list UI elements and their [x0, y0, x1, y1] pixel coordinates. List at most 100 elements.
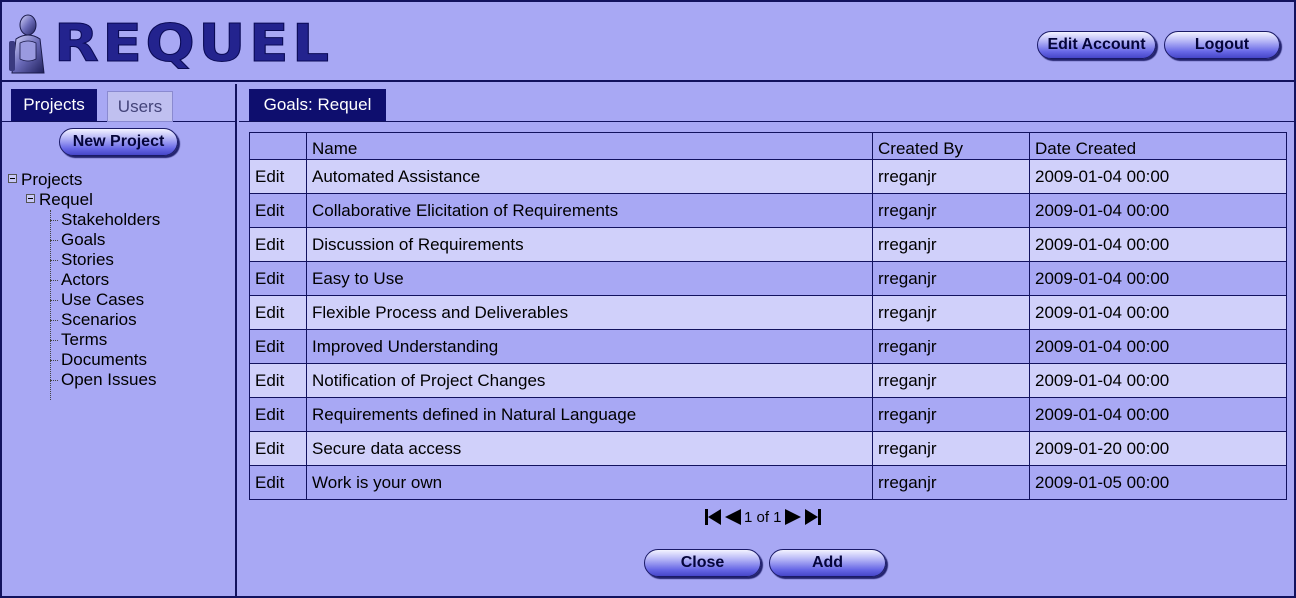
- edit-link[interactable]: Edit: [249, 397, 307, 432]
- cell-created-by: rreganjr: [872, 431, 1030, 466]
- table-row: Edit Collaborative Elicitation of Require…: [249, 193, 1287, 228]
- tree-item-terms[interactable]: Terms: [8, 330, 160, 350]
- edit-link[interactable]: Edit: [249, 363, 307, 398]
- edit-link[interactable]: Edit: [249, 329, 307, 364]
- tree-item-use-cases[interactable]: Use Cases: [8, 290, 160, 310]
- cell-date-created: 2009-01-04 00:00: [1029, 261, 1287, 296]
- table-row: Edit Discussion of Requirements rreganjr 20…: [249, 227, 1287, 262]
- cell-date-created: 2009-01-04 00:00: [1029, 193, 1287, 228]
- collapse-toggle-icon[interactable]: [26, 194, 35, 204]
- edit-link[interactable]: Edit: [249, 431, 307, 466]
- pager: 1 of 1: [704, 508, 834, 526]
- cell-date-created: 2009-01-04 00:00: [1029, 363, 1287, 398]
- project-tree: Projects Requel Stakeholders Goals Stori…: [8, 170, 160, 400]
- cell-date-created: 2009-01-04 00:00: [1029, 295, 1287, 330]
- edit-link[interactable]: Edit: [249, 295, 307, 330]
- cell-date-created: 2009-01-05 00:00: [1029, 465, 1287, 500]
- cell-name: Improved Understanding: [306, 329, 873, 364]
- tree-item-label[interactable]: Open Issues: [61, 370, 156, 389]
- cell-created-by: rreganjr: [872, 227, 1030, 262]
- page-indicator: 1 of 1: [744, 508, 782, 526]
- add-button[interactable]: Add: [769, 549, 886, 577]
- sidebar-tabs: Projects Users: [2, 84, 237, 122]
- table-row: Edit Work is your own rreganjr 2009-01-05 0…: [249, 465, 1287, 500]
- cell-date-created: 2009-01-04 00:00: [1029, 397, 1287, 432]
- cell-date-created: 2009-01-04 00:00: [1029, 159, 1287, 194]
- cell-date-created: 2009-01-04 00:00: [1029, 329, 1287, 364]
- table-row: Edit Notification of Project Changes rrega…: [249, 363, 1287, 398]
- table-row: Edit Secure data access rreganjr 2009-01-20…: [249, 431, 1287, 466]
- tree-node-projects[interactable]: Projects: [8, 170, 160, 190]
- cell-name: Collaborative Elicitation of Requirement…: [306, 193, 873, 228]
- cell-created-by: rreganjr: [872, 363, 1030, 398]
- cell-name: Easy to Use: [306, 261, 873, 296]
- tab-projects[interactable]: Projects: [11, 89, 97, 121]
- tree-item-label[interactable]: Scenarios: [61, 310, 137, 329]
- table-row: Edit Requirements defined in Natural Lang…: [249, 397, 1287, 432]
- tree-item-documents[interactable]: Documents: [8, 350, 160, 370]
- cell-name: Requirements defined in Natural Language: [306, 397, 873, 432]
- column-header-date-created[interactable]: Date Created: [1029, 132, 1287, 160]
- edit-account-button[interactable]: Edit Account: [1037, 31, 1156, 59]
- cell-name: Work is your own: [306, 465, 873, 500]
- cell-created-by: rreganjr: [872, 159, 1030, 194]
- tab-users[interactable]: Users: [107, 91, 173, 122]
- logo-text: REQUEL: [53, 14, 333, 74]
- cell-name: Flexible Process and Deliverables: [306, 295, 873, 330]
- cell-name: Automated Assistance: [306, 159, 873, 194]
- left-panel: Projects Users New Project Projects Requ…: [2, 84, 237, 596]
- table-header-row: Name Created By Date Created: [249, 132, 1287, 160]
- last-page-icon[interactable]: [804, 508, 822, 526]
- edit-link[interactable]: Edit: [249, 193, 307, 228]
- edit-link[interactable]: Edit: [249, 465, 307, 500]
- cell-date-created: 2009-01-20 00:00: [1029, 431, 1287, 466]
- table-row: Edit Improved Understanding rreganjr 2009-0…: [249, 329, 1287, 364]
- collapse-toggle-icon[interactable]: [8, 174, 17, 184]
- edit-link[interactable]: Edit: [249, 159, 307, 194]
- cell-created-by: rreganjr: [872, 193, 1030, 228]
- logout-button[interactable]: Logout: [1164, 31, 1280, 59]
- cell-name: Discussion of Requirements: [306, 227, 873, 262]
- tree-item-label[interactable]: Goals: [61, 230, 105, 249]
- main-panel: Goals: Requel Name Created By Date Creat…: [239, 84, 1294, 596]
- goals-table: Name Created By Date Created Edit Automat…: [249, 132, 1287, 500]
- new-project-button[interactable]: New Project: [59, 128, 178, 156]
- tree-item-goals[interactable]: Goals: [8, 230, 160, 250]
- table-row: Edit Flexible Process and Deliverables rre…: [249, 295, 1287, 330]
- tree-item-label[interactable]: Stories: [61, 250, 114, 269]
- cell-created-by: rreganjr: [872, 465, 1030, 500]
- tree-item-actors[interactable]: Actors: [8, 270, 160, 290]
- tree-item-stories[interactable]: Stories: [8, 250, 160, 270]
- column-header-edit: [249, 132, 307, 160]
- tree-label-requel[interactable]: Requel: [39, 190, 93, 209]
- tree-item-open-issues[interactable]: Open Issues: [8, 370, 160, 390]
- tree-node-requel[interactable]: Requel: [8, 190, 160, 210]
- cell-name: Notification of Project Changes: [306, 363, 873, 398]
- tree-item-label[interactable]: Use Cases: [61, 290, 144, 309]
- cell-created-by: rreganjr: [872, 261, 1030, 296]
- table-row: Edit Easy to Use rreganjr 2009-01-04 00:00: [249, 261, 1287, 296]
- column-header-created-by[interactable]: Created By: [872, 132, 1030, 160]
- tree-item-label[interactable]: Documents: [61, 350, 147, 369]
- cell-name: Secure data access: [306, 431, 873, 466]
- first-page-icon[interactable]: [704, 508, 722, 526]
- app-header: REQUEL Edit Account Logout: [2, 2, 1294, 82]
- tab-goals[interactable]: Goals: Requel: [249, 89, 386, 121]
- tree-item-stakeholders[interactable]: Stakeholders: [8, 210, 160, 230]
- column-header-name[interactable]: Name: [306, 132, 873, 160]
- prev-page-icon[interactable]: [724, 508, 742, 526]
- table-row: Edit Automated Assistance rreganjr 2009-01-…: [249, 159, 1287, 194]
- tree-item-label[interactable]: Terms: [61, 330, 107, 349]
- tree-item-label[interactable]: Actors: [61, 270, 109, 289]
- edit-link[interactable]: Edit: [249, 227, 307, 262]
- main-tabs: Goals: Requel: [239, 84, 1294, 122]
- edit-link[interactable]: Edit: [249, 261, 307, 296]
- logo-figure-icon: [9, 14, 45, 74]
- tree-label-projects[interactable]: Projects: [21, 170, 82, 189]
- close-button[interactable]: Close: [644, 549, 761, 577]
- cell-created-by: rreganjr: [872, 397, 1030, 432]
- tree-item-label[interactable]: Stakeholders: [61, 210, 160, 229]
- next-page-icon[interactable]: [784, 508, 802, 526]
- tree-item-scenarios[interactable]: Scenarios: [8, 310, 160, 330]
- cell-date-created: 2009-01-04 00:00: [1029, 227, 1287, 262]
